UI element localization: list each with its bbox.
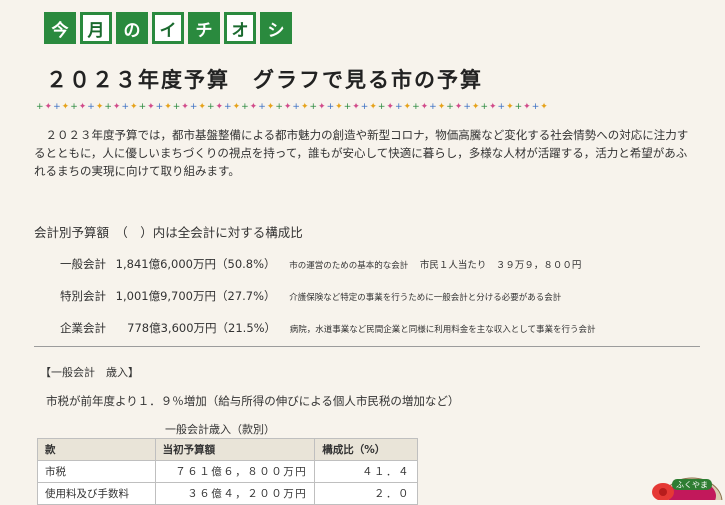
divider-glyph: + bbox=[224, 102, 233, 112]
divider-glyph: + bbox=[258, 102, 267, 112]
divider-glyph: ✦ bbox=[215, 102, 225, 112]
table-cell: ２．０ bbox=[314, 482, 418, 505]
account-amount: 778億3,600万円（21.5%） bbox=[115, 321, 277, 335]
divider-glyph: + bbox=[497, 102, 507, 112]
account-row-general: 一般会計 1,841億6,000万円（50.8%） 市の運営のための基本的な会計… bbox=[60, 256, 581, 272]
table-cell: 使用料及び手数料 bbox=[37, 482, 156, 505]
divider-glyph: ✦ bbox=[523, 102, 532, 112]
divider-glyph: + bbox=[155, 102, 165, 112]
general-revenue-heading: 【一般会計 歳入】 bbox=[40, 366, 139, 379]
divider-glyph: ✦ bbox=[249, 102, 259, 112]
divider-glyph: + bbox=[104, 102, 113, 112]
divider-glyph: ✦ bbox=[232, 102, 242, 112]
banner-char: オ bbox=[224, 12, 256, 44]
divider-glyph: + bbox=[531, 102, 541, 112]
divider-glyph: + bbox=[343, 102, 353, 112]
divider-glyph: + bbox=[275, 102, 284, 112]
mascot-illustration: ふくやま bbox=[648, 472, 725, 500]
table-cell: ４１．４ bbox=[314, 460, 418, 483]
table-row: 市税 ７６１億６，８００万円 ４１．４ bbox=[37, 460, 418, 483]
banner-char: シ bbox=[260, 12, 292, 44]
intro-paragraph: ２０２３年度予算では，都市基盤整備による都市魅力の創造や新型コロナ，物価高騰など… bbox=[34, 128, 689, 178]
divider-glyph: ✦ bbox=[540, 102, 549, 112]
table-row: 使用料及び手数料 ３６億４，２００万円 ２．０ bbox=[37, 482, 418, 505]
table-header-row: 款 当初予算額 構成比（%） bbox=[37, 438, 418, 461]
account-description: 介護保険など特定の事業を行うために一般会計と分ける必要がある会計 bbox=[289, 293, 562, 303]
account-name: 特別会計 bbox=[60, 289, 106, 303]
accounts-heading: 会計別予算額 （ ）内は全会計に対する構成比 bbox=[34, 225, 303, 240]
divider-glyph: ✦ bbox=[130, 102, 139, 112]
divider-glyph: + bbox=[463, 102, 472, 112]
banner-char: チ bbox=[188, 12, 220, 44]
account-amount: 1,001億9,700万円（27.7%） bbox=[115, 289, 276, 303]
divider-glyph: ✦ bbox=[386, 102, 395, 112]
divider-glyph: ✦ bbox=[506, 102, 515, 112]
mascot-icon: ふくやま bbox=[652, 477, 723, 500]
divider-glyph: + bbox=[87, 102, 96, 112]
divider-glyph: ✦ bbox=[318, 102, 327, 112]
divider-glyph: + bbox=[309, 102, 319, 112]
table-cell: ７６１億６，８００万円 bbox=[154, 460, 316, 483]
banner-char: の bbox=[116, 12, 148, 44]
decorative-dot-divider: +✦+✦+✦+✦+✦+✦+✦+✦+✦+✦+✦+✦+✦+✦+✦+✦+✦+✦+✦+✦… bbox=[36, 102, 696, 112]
divider-glyph: ✦ bbox=[78, 102, 88, 112]
account-amount: 1,841億6,000万円（50.8%） bbox=[115, 257, 276, 271]
divider-glyph: ✦ bbox=[488, 102, 498, 112]
column-header: 構成比（%） bbox=[314, 438, 418, 461]
account-row-enterprise: 企業会計 778億3,600万円（21.5%） 病院，水道事業など民間企業と同様… bbox=[60, 320, 595, 336]
divider-glyph: + bbox=[53, 102, 62, 112]
per-capita-amount: 市民１人当たり ３９万９，８００円 bbox=[419, 260, 582, 271]
divider-glyph: ✦ bbox=[352, 102, 361, 112]
page-title: ２０２３年度予算 グラフで見る市の予算 bbox=[46, 68, 483, 92]
divider-glyph: + bbox=[121, 102, 131, 112]
account-row-special: 特別会計 1,001億9,700万円（27.7%） 介護保険など特定の事業を行う… bbox=[60, 288, 561, 304]
section-divider bbox=[34, 346, 700, 347]
divider-glyph: + bbox=[292, 102, 301, 112]
divider-glyph: ✦ bbox=[147, 102, 156, 112]
banner-char: 月 bbox=[80, 12, 112, 44]
account-name: 一般会計 bbox=[60, 257, 106, 271]
general-revenue-note: 市税が前年度より１．９％増加（給与所得の伸びによる個人市民税の増加など） bbox=[46, 394, 460, 408]
divider-glyph: ✦ bbox=[403, 102, 413, 112]
account-description: 病院，水道事業など民間企業と同様に利用料金を主な収入として事業を行う会計 bbox=[289, 325, 596, 335]
banner-char: 今 bbox=[44, 12, 76, 44]
divider-glyph: ✦ bbox=[198, 102, 207, 112]
divider-glyph: ✦ bbox=[369, 102, 378, 112]
account-name: 企業会計 bbox=[60, 321, 106, 335]
divider-glyph: + bbox=[480, 102, 489, 112]
table-caption: 一般会計歳入（款別） bbox=[165, 423, 275, 436]
divider-glyph: + bbox=[429, 102, 438, 112]
divider-glyph: + bbox=[412, 102, 421, 112]
divider-glyph: + bbox=[36, 102, 45, 112]
divider-glyph: + bbox=[326, 102, 336, 112]
account-description: 市の運営のための基本的な会計 bbox=[289, 261, 409, 271]
divider-glyph: ✦ bbox=[335, 102, 344, 112]
mascot-label: ふくやま bbox=[676, 481, 708, 490]
divider-glyph: + bbox=[70, 102, 79, 112]
revenue-table: 款 当初予算額 構成比（%） 市税 ７６１億６，８００万円 ４１．４ 使用料及び… bbox=[37, 438, 418, 505]
divider-glyph: ✦ bbox=[61, 102, 71, 112]
divider-glyph: ✦ bbox=[181, 102, 190, 112]
divider-glyph: ✦ bbox=[44, 102, 54, 112]
divider-glyph: + bbox=[394, 102, 404, 112]
divider-glyph: + bbox=[446, 102, 455, 112]
column-header: 当初予算額 bbox=[154, 438, 316, 461]
banner-char: イ bbox=[152, 12, 184, 44]
column-header: 款 bbox=[37, 438, 156, 461]
divider-glyph: ✦ bbox=[164, 102, 173, 112]
konshu-no-ichioshi-banner: 今 月 の イ チ オ シ bbox=[44, 12, 292, 44]
divider-glyph: ✦ bbox=[420, 102, 430, 112]
divider-glyph: + bbox=[241, 102, 250, 112]
divider-glyph: + bbox=[138, 102, 148, 112]
divider-glyph: + bbox=[172, 102, 182, 112]
divider-glyph: + bbox=[514, 102, 524, 112]
table-cell: 市税 bbox=[37, 460, 156, 483]
table-cell: ３６億４，２００万円 bbox=[154, 482, 316, 505]
divider-glyph: ✦ bbox=[437, 102, 447, 112]
divider-glyph: ✦ bbox=[300, 102, 310, 112]
